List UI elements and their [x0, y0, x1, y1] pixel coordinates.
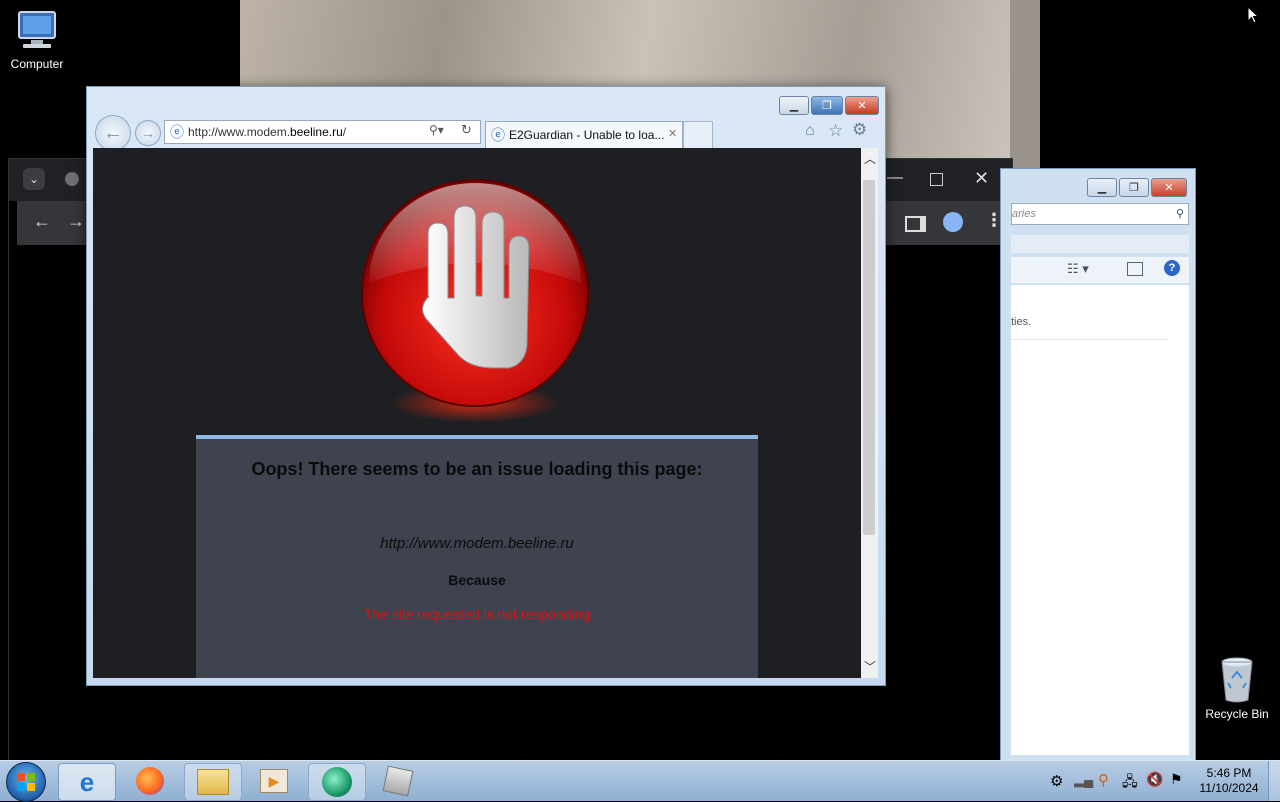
- tab-search-button[interactable]: ⌄: [23, 168, 45, 190]
- ie-tab-icon: ⓔ: [491, 127, 505, 143]
- explorer-truncated-text: ties.: [1011, 316, 1032, 328]
- taskbar-clock[interactable]: 5:46 PM 11/10/2024: [1196, 766, 1262, 796]
- explorer-window[interactable]: ▁ ❐ ✕ aries ⚲ ☷ ▾ ? ties.: [1000, 168, 1196, 762]
- desktop-icon-computer[interactable]: Computer: [6, 8, 68, 71]
- folder-icon: [197, 769, 229, 795]
- firefox-icon: [136, 767, 164, 795]
- tray-network-settings-icon[interactable]: ⚙: [1050, 772, 1063, 790]
- start-button[interactable]: [6, 762, 46, 802]
- favorites-icon[interactable]: ☆: [828, 121, 843, 141]
- ie-tab-active[interactable]: ⓔ E2Guardian - Unable to loa... ✕: [485, 121, 683, 148]
- clock-date: 11/10/2024: [1199, 781, 1259, 795]
- search-icon[interactable]: ⚲: [1176, 204, 1184, 224]
- chrome-close-button[interactable]: ✕: [974, 168, 989, 189]
- preview-pane-icon[interactable]: [1127, 262, 1143, 276]
- ie-page-viewport: Oops! There seems to be an issue loading…: [93, 148, 861, 678]
- search-placeholder: aries: [1012, 208, 1036, 220]
- scroll-down-icon[interactable]: ﹀: [864, 658, 876, 675]
- error-url: http://www.modem.beeline.ru: [380, 535, 574, 552]
- desktop-icon-label: Recycle Bin: [1205, 707, 1269, 721]
- stop-hand-icon: [361, 179, 589, 423]
- explorer-breadcrumb-bar: [1011, 235, 1189, 253]
- error-heading: Oops! There seems to be an issue loading…: [251, 459, 703, 479]
- ie-address-bar[interactable]: ⓔ http://www.modem. beeline.ru / ⚲▾ ↻: [164, 120, 481, 144]
- ie-tab-title: E2Guardian - Unable to loa...: [509, 128, 665, 142]
- explorer-minimize-button[interactable]: ▁: [1087, 178, 1117, 197]
- ie-new-tab-button[interactable]: [683, 121, 713, 148]
- media-player-icon: ▶: [260, 769, 288, 793]
- desktop-wallpaper-edge: [1010, 0, 1040, 170]
- mouse-cursor-icon: [1247, 6, 1259, 24]
- ie-restore-button[interactable]: ❐: [811, 96, 843, 115]
- error-panel: Oops! There seems to be an issue loading…: [196, 435, 758, 678]
- desktop-icon-label: Computer: [10, 57, 64, 71]
- address-suffix: /: [342, 125, 347, 139]
- scroll-up-icon[interactable]: ︿: [864, 150, 876, 167]
- scrollbar-thumb[interactable]: [863, 180, 875, 535]
- recycle-bin-icon: [1221, 657, 1253, 703]
- tray-action-center-flag-icon[interactable]: ⚑: [1170, 771, 1183, 788]
- ie-window[interactable]: ▁ ❐ ✕ ← → ⓔ http://www.modem. beeline.ru /…: [86, 86, 886, 686]
- chrome-minimize-button[interactable]: —: [887, 169, 903, 187]
- side-panel-icon[interactable]: [905, 216, 926, 232]
- ie-close-button[interactable]: ✕: [845, 96, 879, 115]
- address-domain: beeline.ru: [290, 125, 343, 139]
- explorer-close-button[interactable]: ✕: [1151, 178, 1187, 197]
- tray-signal-icon[interactable]: ▂▄: [1074, 772, 1093, 788]
- internet-explorer-icon: e: [79, 766, 95, 797]
- profile-avatar-icon[interactable]: [943, 212, 963, 232]
- ie-minimize-button[interactable]: ▁: [779, 96, 809, 115]
- back-icon[interactable]: ←: [33, 211, 51, 232]
- search-icon[interactable]: ⚲▾: [429, 123, 444, 137]
- address-prefix: http://www.modem.: [188, 125, 291, 139]
- computer-icon: [18, 11, 56, 48]
- settings-gear-icon[interactable]: ⚙: [852, 120, 867, 140]
- home-icon[interactable]: ⌂: [805, 122, 815, 140]
- forward-icon[interactable]: →: [67, 211, 85, 232]
- explorer-content: ties.: [1011, 285, 1189, 755]
- ie-vertical-scrollbar[interactable]: ︿ ﹀: [861, 148, 878, 678]
- taskbar-internet-explorer[interactable]: e: [58, 763, 116, 801]
- ie-forward-button[interactable]: →: [135, 120, 161, 146]
- app-green-icon: [322, 767, 352, 797]
- taskbar-app-green[interactable]: [308, 763, 366, 801]
- refresh-icon[interactable]: ↻: [461, 122, 472, 138]
- taskbar-app-gray[interactable]: [370, 763, 426, 799]
- show-desktop-button[interactable]: [1268, 761, 1280, 801]
- clock-time: 5:46 PM: [1206, 766, 1252, 780]
- taskbar-media-player[interactable]: ▶: [246, 763, 302, 799]
- app-gray-icon: [382, 765, 414, 797]
- tray-search-icon[interactable]: ⚲: [1098, 771, 1109, 789]
- windows-logo-icon: [17, 773, 35, 791]
- desktop-icon-recycle-bin[interactable]: Recycle Bin: [1202, 654, 1272, 721]
- ie-page-icon: ⓔ: [170, 124, 184, 140]
- error-reason: The site requested is not responding: [363, 606, 591, 622]
- explorer-command-bar: ☷ ▾ ?: [1011, 257, 1189, 283]
- tray-network-icon[interactable]: 🖧: [1122, 771, 1138, 795]
- help-icon[interactable]: ?: [1164, 260, 1180, 276]
- tray-volume-muted-icon[interactable]: 🔇: [1146, 771, 1163, 788]
- tab-close-icon[interactable]: ✕: [668, 127, 677, 140]
- view-options-icon[interactable]: ☷ ▾: [1067, 261, 1089, 277]
- explorer-maximize-button[interactable]: ❐: [1119, 178, 1149, 197]
- tab-favicon-icon: [65, 172, 79, 186]
- taskbar-file-explorer[interactable]: [184, 763, 242, 801]
- explorer-search-input[interactable]: aries ⚲: [1011, 203, 1189, 225]
- error-because: Because: [448, 572, 506, 588]
- divider: [1011, 339, 1167, 340]
- chrome-maximize-button[interactable]: [930, 173, 943, 186]
- taskbar-firefox[interactable]: [122, 763, 178, 799]
- taskbar: e ▶ ⚙ ▂▄ ⚲ 🖧 🔇 ⚑ 5:46 PM 11/10/2024: [0, 760, 1280, 802]
- ie-back-button[interactable]: ←: [95, 115, 131, 151]
